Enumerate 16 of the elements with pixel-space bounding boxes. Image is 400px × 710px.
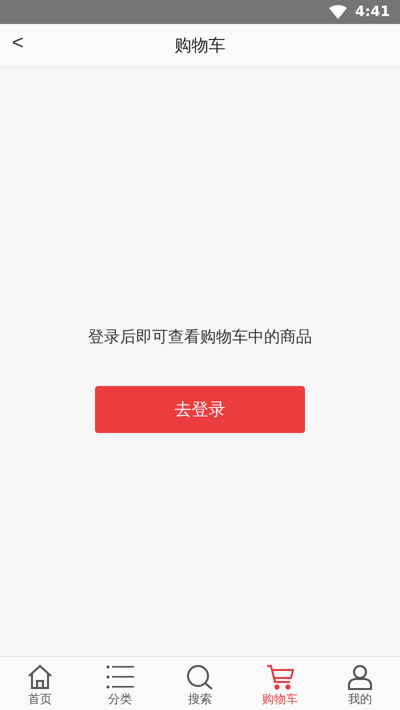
login-prompt: 登录后即可查看购物车中的商品 xyxy=(88,327,312,348)
cart-tab[interactable]: 购物车 xyxy=(240,657,320,710)
home-tab[interactable]: 首页 xyxy=(0,657,80,710)
home-icon xyxy=(27,664,53,690)
status-time: 4:41 xyxy=(355,4,390,20)
login-button[interactable]: 去登录 xyxy=(95,386,305,433)
list-icon xyxy=(106,664,134,690)
search-icon xyxy=(186,664,214,690)
category-tab[interactable]: 分类 xyxy=(80,657,160,710)
search-tab[interactable]: 搜索 xyxy=(160,657,240,710)
profile-tab[interactable]: 我的 xyxy=(320,657,400,710)
wifi-icon xyxy=(329,5,348,19)
page-title: 购物车 xyxy=(174,34,226,56)
user-icon xyxy=(347,664,373,690)
cart-icon xyxy=(266,664,294,690)
back-button[interactable]: < xyxy=(8,30,28,57)
